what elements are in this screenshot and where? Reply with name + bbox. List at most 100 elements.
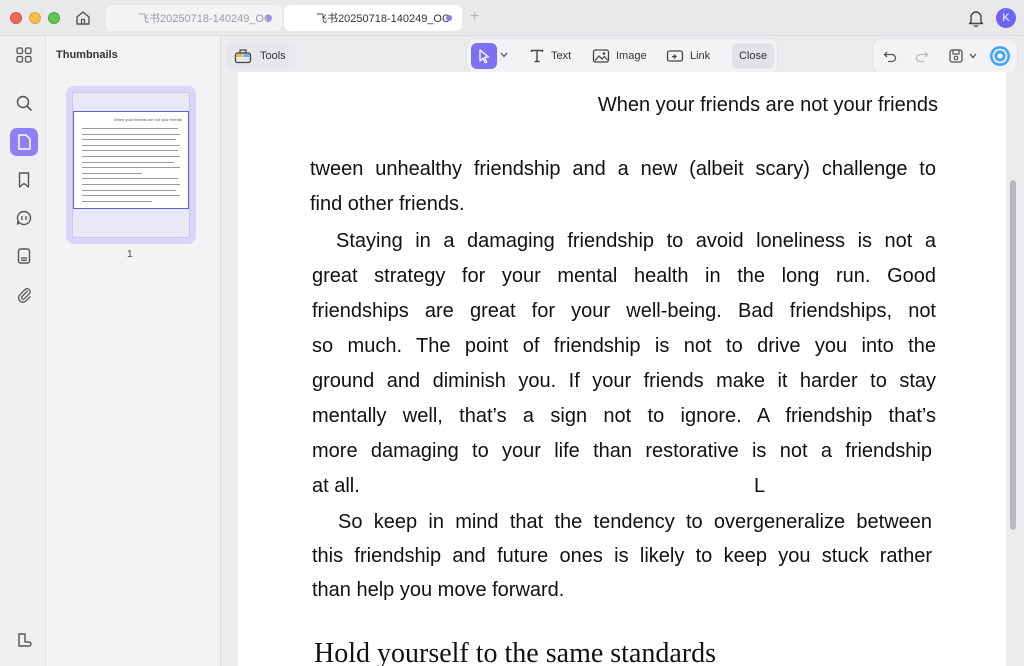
save-options-dropdown[interactable] xyxy=(968,47,978,65)
right-toolbar xyxy=(872,38,1018,74)
new-tab-button[interactable]: + xyxy=(470,8,479,26)
account-avatar[interactable]: K xyxy=(996,8,1016,28)
toolbox-icon xyxy=(234,49,252,64)
vertical-scrollbar[interactable] xyxy=(1010,180,1016,530)
notifications-button[interactable] xyxy=(966,8,986,28)
body-line: find other friends. xyxy=(310,193,465,215)
tools-button[interactable]: Tools xyxy=(226,42,296,70)
rail-bookmarks-button[interactable] xyxy=(10,166,38,194)
section-heading: Hold yourself to the same standards xyxy=(314,638,717,666)
thumbnail-text-line xyxy=(82,144,180,146)
thumbnail-text-line xyxy=(82,184,180,185)
close-edit-button[interactable]: Close xyxy=(732,43,774,69)
bell-icon xyxy=(968,11,984,28)
ai-assistant-icon xyxy=(990,46,1010,66)
tools-label: Tools xyxy=(260,50,286,62)
title-bar: 飞书20250718-140249_OC 飞书20250718-140249_O… xyxy=(0,0,1024,36)
search-icon xyxy=(16,95,32,111)
image-tool-label: Image xyxy=(616,50,647,62)
link-tool-label: Link xyxy=(690,50,711,62)
rail-attachments-button[interactable] xyxy=(10,280,38,308)
undo-button[interactable] xyxy=(881,47,899,65)
text-tool-icon xyxy=(530,49,544,63)
bookmark-icon xyxy=(18,172,30,188)
thumbnail-text-line xyxy=(82,172,142,174)
body-line: so much. The point of friendship is not … xyxy=(312,335,936,357)
thumbnail-text-line xyxy=(82,150,178,152)
sidebar-toggle-icon xyxy=(18,633,32,647)
page-thumbnail[interactable]: When your friends are not your friends xyxy=(66,86,196,244)
chevron-down-icon xyxy=(969,53,977,59)
thumbnail-page-number: 1 xyxy=(127,249,133,260)
image-icon xyxy=(592,49,610,63)
tab-label: 飞书20250718-140249_OC xyxy=(316,13,450,25)
edit-toolbar: Text Image Link Close xyxy=(466,38,778,74)
stray-character: L xyxy=(754,475,766,497)
rail-search-button[interactable] xyxy=(10,89,38,117)
body-line: So keep in mind that the tendency to ove… xyxy=(338,511,932,533)
body-line: ground and diminish you. If your friends… xyxy=(312,370,936,392)
ai-assistant-button[interactable] xyxy=(989,45,1011,67)
cursor-arrow-icon xyxy=(479,49,490,64)
thumbnails-title: Thumbnails xyxy=(56,49,118,61)
add-link-button[interactable]: Link xyxy=(666,43,710,69)
thumbnail-text-line xyxy=(82,167,180,169)
rail-sidebar-toggle-button[interactable] xyxy=(10,626,38,654)
body-line: Staying in a damaging friendship to avoi… xyxy=(336,230,936,252)
undo-icon xyxy=(883,51,897,63)
thumbnail-header-text: When your friends are not your friends xyxy=(113,117,182,122)
thumbnail-text-line xyxy=(82,161,174,163)
unsaved-dot-icon xyxy=(446,15,452,21)
rail-forms-button[interactable] xyxy=(10,242,38,270)
body-line: than help you move forward. xyxy=(312,579,565,601)
rail-thumbnails-button[interactable] xyxy=(10,41,38,69)
link-icon xyxy=(666,50,684,62)
body-line: at all. xyxy=(312,475,360,497)
body-line: this friendship and future ones is likel… xyxy=(312,545,932,567)
thumbnail-text-line xyxy=(82,178,178,180)
body-line: more damaging to your life than restorat… xyxy=(312,440,932,462)
thumbnail-text-line xyxy=(82,195,180,197)
thumbnail-text-line xyxy=(82,128,178,129)
tab-label: 飞书20250718-140249_OC xyxy=(138,13,272,25)
body-line: mentally well, that’s a sign not to igno… xyxy=(312,405,936,427)
home-icon xyxy=(76,11,90,25)
thumbnail-text-line xyxy=(82,189,176,191)
window-maximize-button[interactable] xyxy=(48,12,60,24)
chevron-down-icon xyxy=(500,52,508,58)
thumbnail-text-line xyxy=(82,133,180,135)
thumbnail-page-content: When your friends are not your friends xyxy=(73,111,189,209)
thumbnail-preview: When your friends are not your friends xyxy=(72,92,190,238)
text-tool-label: Text xyxy=(551,50,572,62)
pdf-page: When your friends are not your friends t… xyxy=(238,72,1006,666)
home-button[interactable] xyxy=(72,7,94,29)
save-button[interactable] xyxy=(947,47,965,65)
tab-document-1[interactable]: 飞书20250718-140249_OC xyxy=(106,5,282,31)
redo-button[interactable] xyxy=(913,47,931,65)
left-rail xyxy=(0,36,46,666)
grid-icon xyxy=(16,47,32,63)
paperclip-icon xyxy=(17,288,31,303)
thumbnail-text-line xyxy=(82,139,176,141)
document-icon xyxy=(18,134,31,150)
select-tool-dropdown[interactable] xyxy=(500,50,508,60)
add-image-button[interactable]: Image xyxy=(592,43,647,69)
thumbnails-panel: Thumbnails When your friends are not you… xyxy=(46,36,221,666)
window-minimize-button[interactable] xyxy=(29,12,41,24)
window-close-button[interactable] xyxy=(10,12,22,24)
unsaved-dot-icon xyxy=(266,15,272,21)
rail-pages-button[interactable] xyxy=(10,128,38,156)
select-tool-button[interactable] xyxy=(471,43,497,69)
comment-icon xyxy=(16,210,32,226)
body-line: friendships are great for your well-bein… xyxy=(312,300,936,322)
thumbnail-text-line xyxy=(82,156,180,157)
add-text-button[interactable]: Text xyxy=(529,43,571,69)
save-icon xyxy=(949,49,963,63)
form-icon xyxy=(17,248,31,264)
tab-document-2[interactable]: 飞书20250718-140249_OC xyxy=(284,5,462,31)
body-line: great strategy for your mental health in… xyxy=(312,265,936,287)
rail-comments-button[interactable] xyxy=(10,204,38,232)
body-line: tween unhealthy friendship and a new (al… xyxy=(310,158,936,180)
page-running-header: When your friends are not your friends xyxy=(597,94,938,116)
redo-icon xyxy=(915,51,929,63)
